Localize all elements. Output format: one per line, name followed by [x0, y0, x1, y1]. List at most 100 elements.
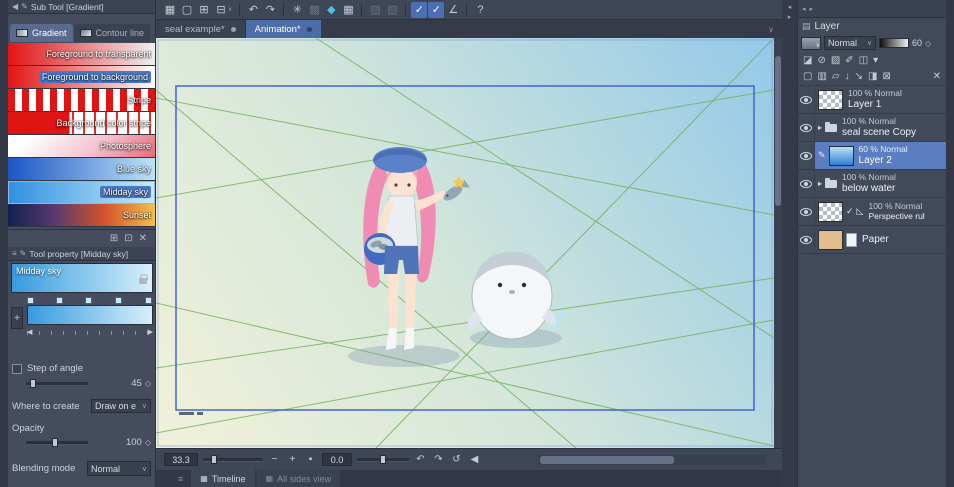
help-icon[interactable]: ? [472, 2, 488, 18]
layer-thumbnail[interactable] [818, 229, 843, 250]
snap-to-special-ruler-icon[interactable]: ✓ [428, 1, 445, 18]
step-of-angle-value[interactable]: 45 [131, 378, 142, 389]
pattern-tool-icon[interactable]: ▨ [384, 2, 400, 18]
doc-tab-animation[interactable]: Animation* [245, 20, 321, 38]
register-subtool-icon[interactable]: ⊞ [110, 233, 118, 244]
expand-folder-icon[interactable]: ▸ [818, 123, 822, 132]
undo-icon[interactable]: ↶ [245, 2, 261, 18]
layer-opacity-value[interactable]: 60 [912, 38, 922, 48]
layer-row-layer-1[interactable]: 100 % Normal Layer 1 [798, 86, 946, 114]
merge-down-icon[interactable]: ↓ [845, 71, 850, 82]
panel-next-icon[interactable]: ▸ [810, 5, 814, 13]
gradient-node[interactable] [27, 297, 34, 304]
palette-menu-icon[interactable]: ▾ [873, 55, 878, 66]
zoom-slider[interactable] [203, 455, 263, 464]
horizontal-scrollbar[interactable] [538, 454, 766, 465]
rotate-ccw-icon[interactable]: ↶ [414, 454, 427, 465]
opacity-value[interactable]: 100 [126, 437, 142, 448]
opacity-spinner-icon[interactable]: ◇ [145, 438, 151, 447]
delete-subtool-icon[interactable]: ✕ [139, 233, 147, 244]
clear-icon[interactable]: ✳ [289, 2, 305, 18]
gradient-item-stripe[interactable]: Stripe [8, 89, 155, 112]
gradient-node[interactable] [115, 297, 123, 304]
open-document-icon[interactable]: ⊞ [196, 2, 212, 18]
gradient-item-foreground-to-transparent[interactable]: Foreground to transparent [8, 43, 155, 66]
canvas-viewport[interactable] [156, 38, 782, 448]
duplicate-subtool-icon[interactable]: ⊡ [124, 233, 132, 244]
blending-mode-dropdown[interactable]: Normal ∨ [87, 461, 151, 476]
visibility-cell[interactable] [798, 142, 815, 169]
visibility-cell[interactable] [798, 198, 815, 225]
subtool-panel-header[interactable]: ◀ ✎ Sub Tool [Gradient] [8, 0, 155, 14]
gradient-item-background-color-stripe[interactable]: Background color stripe [8, 112, 155, 135]
layer-thumbnail[interactable] [818, 89, 843, 110]
gradient-editor[interactable]: + ◀ ▶ [11, 297, 153, 343]
lock-transparency-icon[interactable]: ▨ [831, 55, 840, 66]
layer-row-layer-2-selected[interactable]: ✎ 60 % Normal Layer 2 [798, 142, 946, 170]
layer-row-below-water[interactable]: ▸ 100 % Normal below water [798, 170, 946, 198]
redo-icon[interactable]: ↷ [262, 2, 278, 18]
layer-row-seal-scene-copy[interactable]: ▸ 100 % Normal seal scene Copy [798, 114, 946, 142]
layer-panel-header[interactable]: ▤ Layer [798, 18, 946, 34]
rotation-value-box[interactable]: 0.0 [322, 453, 352, 466]
gradient-item-photosphere[interactable]: Photosphere [8, 135, 155, 158]
clip-to-below-icon[interactable]: ◪ [803, 55, 812, 66]
gradient-node[interactable] [55, 297, 63, 304]
tab-contour-line[interactable]: Contour line [73, 24, 151, 42]
step-of-angle-spinner-icon[interactable]: ◇ [145, 379, 151, 388]
gradient-nodes[interactable] [27, 297, 153, 305]
auto-select-icon[interactable]: ◆ [323, 2, 339, 18]
visibility-cell[interactable] [798, 86, 815, 113]
fit-to-screen-icon[interactable]: ▪ [304, 454, 317, 465]
lock-layer-icon[interactable]: ⊘ [817, 55, 825, 66]
create-mask-icon[interactable]: ◨ [868, 71, 877, 82]
gradient-item-blue-sky[interactable]: Blue sky [8, 158, 155, 181]
gradient-item-sunset[interactable]: Sunset [8, 204, 155, 227]
visibility-cell[interactable] [798, 114, 815, 141]
panel-menu-icon[interactable]: ≡ [12, 249, 17, 258]
layer-row-paper[interactable]: Paper [798, 226, 946, 254]
transfer-down-icon[interactable]: ↘ [855, 71, 863, 82]
collapse-panel-icon[interactable]: ◀ [12, 2, 18, 11]
node-scroll-left-icon[interactable]: ◀ [27, 328, 32, 336]
dock-expand-icon[interactable]: ▸ [788, 13, 792, 21]
layer-opacity-bar[interactable] [879, 38, 909, 48]
step-of-angle-slider[interactable] [26, 379, 88, 388]
rotation-slider[interactable] [357, 455, 409, 464]
gradient-editor-bar[interactable] [27, 305, 153, 325]
expand-folder-icon[interactable]: ▸ [818, 179, 822, 188]
reset-view-icon[interactable]: ↺ [450, 454, 463, 465]
zoom-in-icon[interactable]: + [286, 454, 299, 465]
new-folder-icon[interactable]: ▱ [832, 71, 840, 82]
menu-launcher-icon[interactable]: ▦ [162, 2, 178, 18]
gradient-item-midday-sky[interactable]: Midday sky [8, 181, 155, 204]
palette-menu-icon[interactable]: ≡ [178, 470, 183, 487]
tab-all-sides-view[interactable]: ▦ All sides view [256, 470, 341, 487]
grid-icon[interactable]: ▦ [340, 2, 356, 18]
vertical-scrollbar[interactable] [774, 38, 782, 448]
add-gradient-node-button[interactable]: + [11, 307, 23, 329]
gradient-node[interactable] [145, 297, 153, 304]
step-of-angle-checkbox[interactable] [12, 363, 22, 374]
zoom-value-box[interactable]: 33.3 [164, 453, 198, 466]
layer-row-perspective-ruler[interactable]: ✓ ◺ 100 % Normal Perspective rul [798, 198, 946, 226]
rotate-cw-icon[interactable]: ↷ [432, 454, 445, 465]
visibility-cell[interactable] [798, 226, 815, 253]
layer-mask-icon[interactable]: ◫ [859, 55, 868, 66]
visibility-cell[interactable] [798, 170, 815, 197]
draft-layer-icon[interactable]: ✐ [845, 55, 853, 66]
doc-tab-seal-example[interactable]: seal example* [156, 20, 246, 38]
where-to-create-dropdown[interactable]: Draw on e ∨ [91, 399, 151, 413]
snap-check-icon[interactable]: ✓ [846, 206, 854, 217]
tab-timeline[interactable]: ▦ Timeline [191, 470, 255, 487]
apply-mask-icon[interactable]: ⊠ [882, 71, 890, 82]
layer-opacity-spinner-icon[interactable]: ◇ [925, 39, 931, 48]
node-scroll-right-icon[interactable]: ▶ [148, 328, 153, 336]
panel-prev-icon[interactable]: ◂ [802, 5, 806, 13]
zoom-out-icon[interactable]: − [268, 454, 281, 465]
layer-thumbnail[interactable] [828, 145, 854, 166]
tab-list-button[interactable]: ∨ [760, 20, 782, 38]
vertical-scrollbar-thumb[interactable] [775, 56, 781, 206]
gradient-tool-icon[interactable]: ▧ [367, 2, 383, 18]
current-gradient-preview[interactable]: Midday sky [11, 263, 153, 293]
